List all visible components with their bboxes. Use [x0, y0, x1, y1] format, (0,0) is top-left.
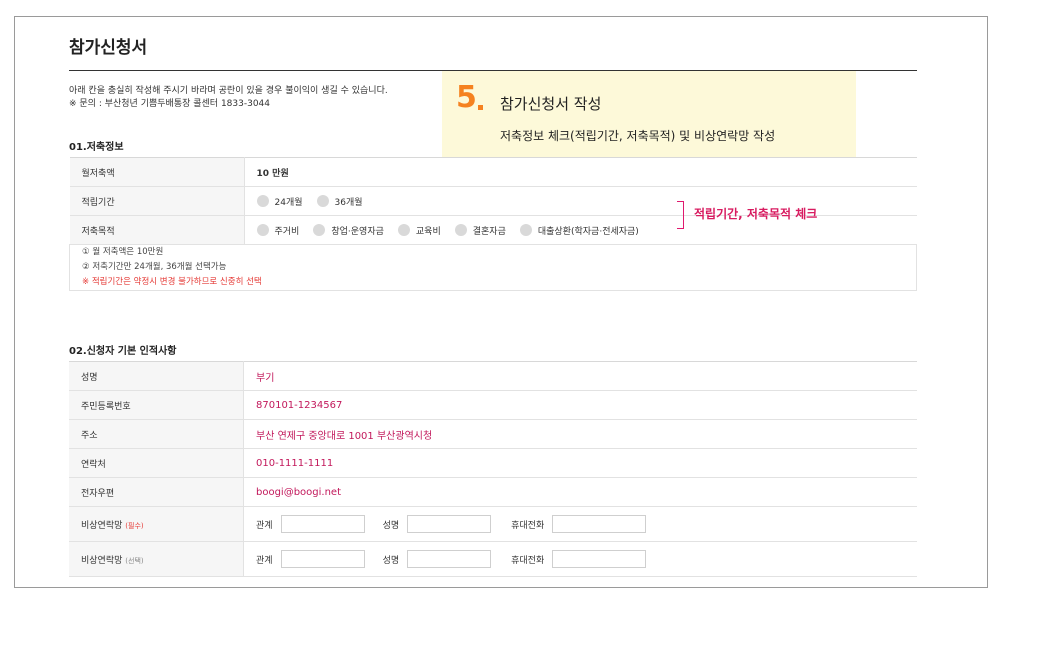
resident-number-value[interactable]: 870101-1234567: [243, 390, 917, 420]
table-row: 비상연락망 (필수) 관계 성명 휴대전화: [69, 506, 917, 542]
radio-circle-icon: [313, 224, 326, 236]
emergency-phone-input-2[interactable]: [552, 550, 647, 568]
step-callout: 5 참가신청서 작성 저축정보 체크(적립기간, 저축목적) 및 비상연락망 작…: [442, 71, 856, 157]
purpose-radio-housing[interactable]: 주거비: [256, 224, 299, 237]
step-number: 5: [456, 80, 477, 115]
warning-note: ※ 적립기간은 약정시 변경 불가하므로 신중히 선택: [82, 277, 262, 287]
address-label: 주소: [69, 419, 244, 449]
required-tag: (필수): [125, 521, 144, 530]
annotation-label: 적립기간, 저축목적 체크: [694, 207, 818, 221]
radio-circle-icon: [256, 224, 269, 236]
page-title: 참가신청서: [69, 38, 148, 58]
name-value[interactable]: 부기: [243, 361, 917, 391]
period-radio-36[interactable]: 36개월: [316, 195, 363, 208]
emergency-relation-input[interactable]: [280, 515, 365, 533]
purpose-label: 저축목적: [69, 215, 245, 245]
table-row: 월저축액 10 만원: [69, 157, 917, 187]
savings-notes: ① 월 저축액은 10만원 ② 저축기간만 24개월, 36개월 선택가능 ※ …: [69, 244, 917, 291]
radio-circle-icon: [454, 224, 467, 236]
purpose-radio-wedding[interactable]: 결혼자금: [454, 224, 506, 237]
applicant-info-table: 성명 부기 주민등록번호 870101-1234567 주소 부산 연제구 중앙…: [69, 361, 917, 577]
purpose-radio-education[interactable]: 교육비: [397, 224, 441, 237]
email-label: 전자우편: [69, 477, 244, 507]
emergency-phone-input[interactable]: [552, 515, 647, 533]
intro-text: 아래 칸을 충실히 작성해 주시기 바라며 공란이 있을 경우 불이익이 생길 …: [69, 85, 388, 111]
emergency-optional-label: 비상연락망 (선택): [69, 541, 244, 577]
address-value[interactable]: 부산 연제구 중앙대로 1001 부산광역시청: [243, 419, 917, 449]
note-line: ① 월 저축액은 10만원: [82, 247, 164, 257]
email-value[interactable]: boogi@boogi.net: [243, 477, 917, 507]
note-line: ② 저축기간만 24개월, 36개월 선택가능: [82, 262, 227, 272]
radio-circle-icon: [316, 195, 329, 207]
annotation-bracket: [677, 201, 684, 229]
phone-label: 연락처: [69, 448, 244, 478]
table-row: 주소 부산 연제구 중앙대로 1001 부산광역시청: [69, 419, 917, 449]
savings-info-table: 월저축액 10 만원 적립기간 24개월 36개월 저축목적 주거비 창업·운영: [69, 157, 917, 291]
table-row: 성명 부기: [69, 361, 917, 391]
section-title-savings: 01.저축정보: [69, 142, 124, 153]
emergency-required-fields: 관계 성명 휴대전화: [243, 506, 917, 542]
section-title-applicant: 02.신청자 기본 인적사항: [69, 346, 177, 357]
purpose-radio-startup[interactable]: 창업·운영자금: [313, 224, 384, 237]
radio-circle-icon: [519, 224, 532, 236]
table-row: ① 월 저축액은 10만원 ② 저축기간만 24개월, 36개월 선택가능 ※ …: [69, 244, 917, 291]
emergency-name-input[interactable]: [407, 515, 492, 533]
period-radio-24[interactable]: 24개월: [256, 195, 303, 208]
intro-line-2: ※ 문의 : 부산청년 기쁨두배통장 콜센터 1833-3044: [69, 99, 270, 109]
monthly-amount-value: 10 만원: [244, 157, 917, 187]
table-row: 연락처 010-1111-1111: [69, 448, 917, 478]
phone-value[interactable]: 010-1111-1111: [243, 448, 917, 478]
emergency-optional-fields: 관계 성명 휴대전화: [243, 541, 917, 577]
emergency-required-label: 비상연락망 (필수): [69, 506, 244, 542]
emergency-relation-input-2[interactable]: [280, 550, 365, 568]
radio-circle-icon: [256, 195, 269, 207]
emergency-name-input-2[interactable]: [407, 550, 492, 568]
table-row: 주민등록번호 870101-1234567: [69, 390, 917, 420]
callout-subtitle: 저축정보 체크(적립기간, 저축목적) 및 비상연락망 작성: [500, 129, 776, 143]
callout-title: 참가신청서 작성: [500, 95, 602, 113]
radio-circle-icon: [397, 224, 410, 236]
monthly-amount-label: 월저축액: [69, 157, 245, 187]
optional-tag: (선택): [125, 556, 144, 565]
table-row: 전자우편 boogi@boogi.net: [69, 477, 917, 507]
period-label: 적립기간: [69, 186, 245, 216]
step-dot: [478, 105, 483, 110]
name-label: 성명: [69, 361, 244, 391]
purpose-radio-loan[interactable]: 대출상환(학자금·전세자금): [519, 224, 639, 237]
table-row: 비상연락망 (선택) 관계 성명 휴대전화: [69, 541, 917, 577]
resident-number-label: 주민등록번호: [69, 390, 244, 420]
intro-line-1: 아래 칸을 충실히 작성해 주시기 바라며 공란이 있을 경우 불이익이 생길 …: [69, 86, 388, 96]
